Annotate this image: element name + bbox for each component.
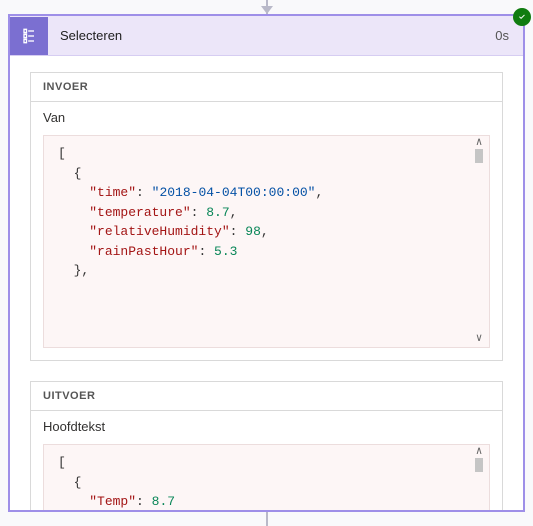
- scroll-track[interactable]: [472, 149, 486, 334]
- input-section: INVOER Van [ { "time": "2018-04-04T00:00…: [30, 72, 503, 361]
- connector-bottom: [266, 512, 268, 526]
- scroll-down-icon[interactable]: ∨: [476, 334, 483, 345]
- connector-arrow: [261, 6, 273, 14]
- scrollbar[interactable]: ∧ ∨: [471, 447, 487, 510]
- scroll-thumb[interactable]: [475, 458, 483, 472]
- output-section-label: UITVOER: [31, 382, 502, 411]
- scroll-up-icon[interactable]: ∧: [476, 138, 483, 149]
- scroll-up-icon[interactable]: ∧: [476, 447, 483, 458]
- input-section-label: INVOER: [31, 73, 502, 102]
- status-success-icon: [513, 8, 531, 26]
- scroll-track[interactable]: [472, 458, 486, 510]
- flow-canvas: Selecteren 0s INVOER Van [ { "time": "20…: [0, 0, 533, 526]
- action-card-select[interactable]: Selecteren 0s INVOER Van [ { "time": "20…: [8, 14, 525, 512]
- card-body: INVOER Van [ { "time": "2018-04-04T00:00…: [10, 56, 523, 510]
- card-header[interactable]: Selecteren 0s: [10, 16, 523, 56]
- output-body-label: Hoofdtekst: [31, 411, 502, 440]
- select-operation-icon: [10, 17, 48, 55]
- input-code-block[interactable]: [ { "time": "2018-04-04T00:00:00", "temp…: [43, 135, 490, 348]
- input-from-label: Van: [31, 102, 502, 131]
- scroll-thumb[interactable]: [475, 149, 483, 163]
- scrollbar[interactable]: ∧ ∨: [471, 138, 487, 345]
- output-section: UITVOER Hoofdtekst [ { "Temp": 8.7 }, { …: [30, 381, 503, 510]
- timing-badge: 0s: [495, 28, 523, 43]
- card-title: Selecteren: [48, 28, 495, 43]
- output-code-block[interactable]: [ { "Temp": 8.7 }, { "Temp": 8.2 }, ∧ ∨: [43, 444, 490, 510]
